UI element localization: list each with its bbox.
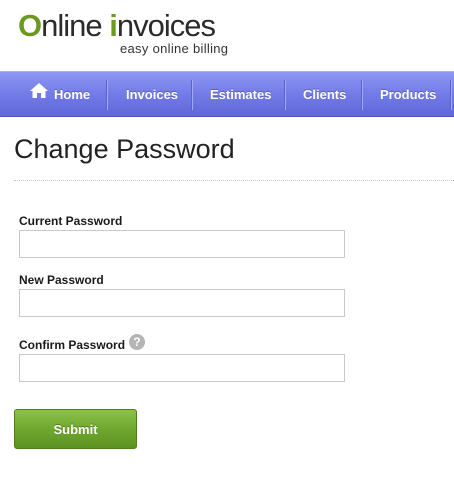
nav-separator <box>361 80 363 110</box>
new-password-field[interactable] <box>19 289 345 317</box>
logo-name-part2: nvoices <box>116 8 216 43</box>
home-icon <box>30 71 48 117</box>
main-navbar: Home Invoices Estimates Clients Products <box>0 71 454 117</box>
submit-button[interactable]: Submit <box>14 409 137 449</box>
nav-separator <box>450 80 452 110</box>
page-title: Change Password <box>14 134 235 164</box>
nav-item-estimates[interactable]: Estimates <box>210 72 271 117</box>
change-password-page: Online invoices easy online billing Home… <box>0 0 454 481</box>
nav-item-home-label: Home <box>54 87 91 102</box>
nav-item-home[interactable]: Home <box>30 72 90 117</box>
nav-item-clients[interactable]: Clients <box>303 72 346 117</box>
new-password-label: New Password <box>19 273 104 287</box>
logo-wordmark: Online invoices <box>18 8 216 44</box>
confirm-password-field[interactable] <box>19 354 345 382</box>
logo[interactable]: Online invoices easy online billing <box>18 8 278 60</box>
help-icon[interactable]: ? <box>129 334 145 350</box>
nav-separator <box>191 80 193 110</box>
confirm-password-label: Confirm Password <box>19 338 126 352</box>
current-password-field[interactable] <box>19 230 345 258</box>
nav-separator <box>106 80 108 110</box>
logo-tagline: easy online billing <box>120 41 229 56</box>
current-password-label: Current Password <box>19 214 123 228</box>
logo-letter-o: O <box>18 8 42 43</box>
title-divider <box>14 180 454 181</box>
logo-name-part1: nline <box>41 8 110 43</box>
logo-letter-i: i <box>109 8 118 43</box>
nav-separator <box>284 80 286 110</box>
nav-item-invoices[interactable]: Invoices <box>126 72 178 117</box>
nav-item-products[interactable]: Products <box>380 72 436 117</box>
